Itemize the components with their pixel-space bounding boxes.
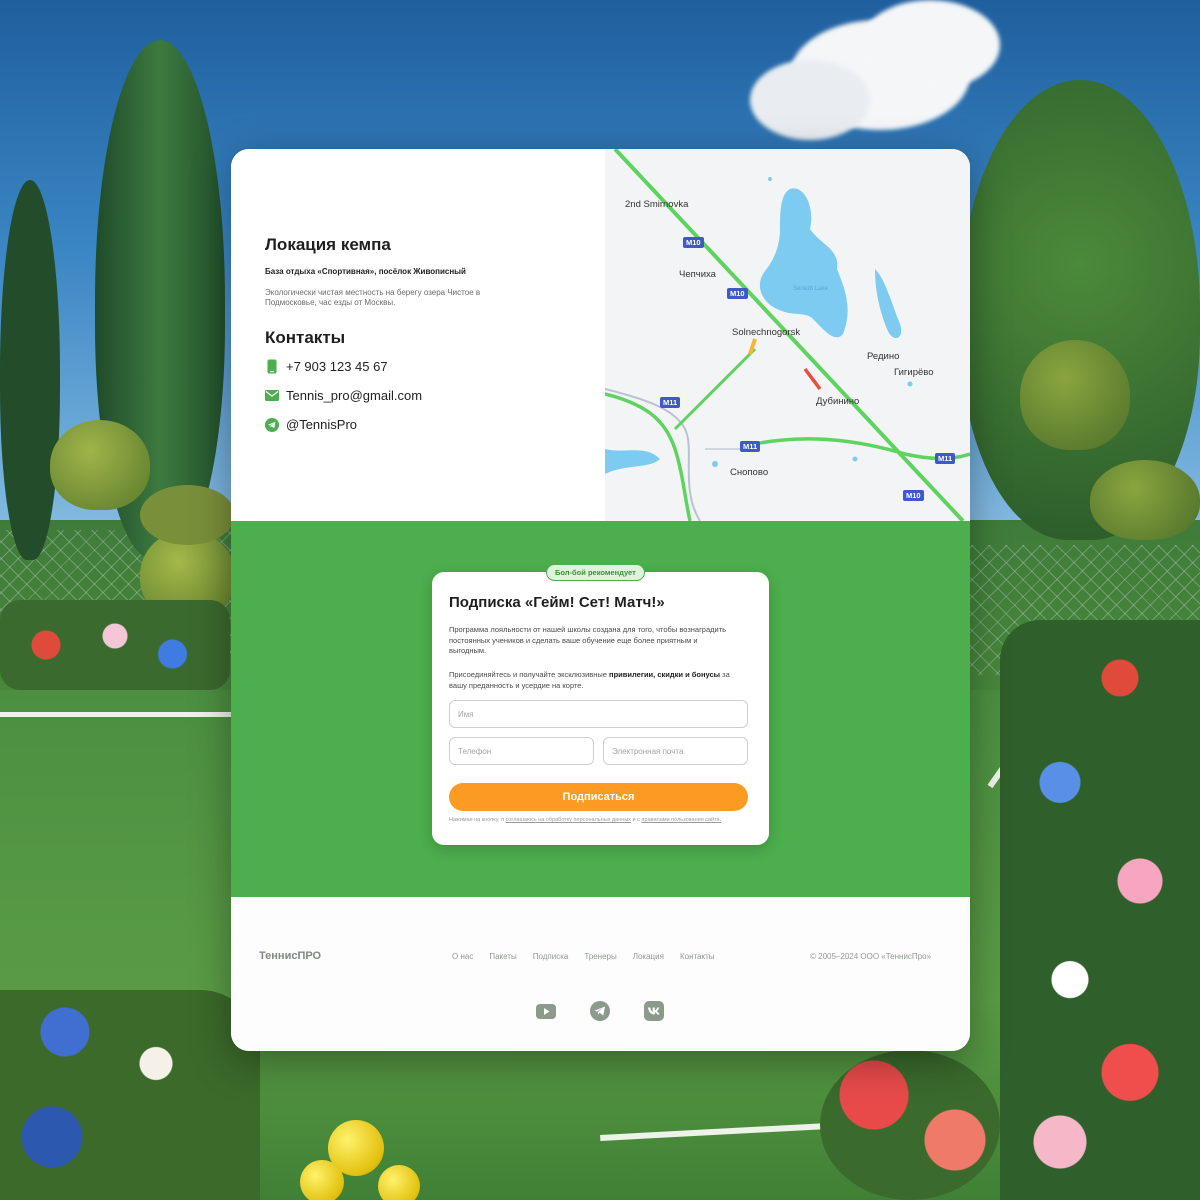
topiary-tree <box>50 420 150 510</box>
landing-card: Локация кемпа База отдыха «Спортивная», … <box>231 149 970 1051</box>
legal-notice: Нажимая на кнопку, я соглашаюсь на обраб… <box>449 817 739 824</box>
copyright: © 2005–2024 ООО «ТеннисПро» <box>810 952 932 961</box>
name-input[interactable] <box>449 700 748 728</box>
topiary-tree <box>1020 340 1130 450</box>
map-label-redino: Редино <box>867 351 900 362</box>
benefits-text-start: Присоединяйтесь и получайте эксклюзивные <box>449 670 610 679</box>
footer-nav-location[interactable]: Локация <box>633 952 664 961</box>
contact-telegram-link[interactable]: @TennisPro <box>265 417 357 432</box>
contact-email-link[interactable]: Tennis_pro@gmail.com <box>265 388 422 403</box>
contacts-title: Контакты <box>265 328 346 347</box>
personal-data-link[interactable]: соглашаюсь на обработку персональных дан… <box>505 817 631 823</box>
recommend-badge: Бол-бой рекомендует <box>546 564 645 581</box>
tennis-ball <box>300 1160 344 1200</box>
legal-text-mid: и с <box>631 817 642 823</box>
map-label-snopovo: Сноповo <box>730 467 769 478</box>
footer-nav-about[interactable]: О нас <box>452 952 473 961</box>
telegram-icon[interactable] <box>590 1001 610 1021</box>
email-input[interactable] <box>603 737 748 765</box>
tennis-ball <box>378 1165 420 1200</box>
location-description: Экологически чистая местность на берегу … <box>265 288 481 307</box>
youtube-icon[interactable] <box>536 1001 556 1021</box>
contact-phone: +7 903 123 45 67 <box>286 359 388 374</box>
location-map[interactable]: 2nd Smirnovka Чепчиха Solnechnogorsk Ред… <box>605 149 970 521</box>
location-subtitle: База отдыха «Спортивная», посёлок Живопи… <box>265 267 466 276</box>
map-label-solnechnogorsk: Solnechnogorsk <box>732 327 801 338</box>
road-badge-m10: M10 <box>683 237 704 248</box>
subscription-section: Бол-бой рекомендует Подписка «Гейм! Сет!… <box>231 521 970 897</box>
subscribe-button[interactable]: Подписаться <box>449 783 748 811</box>
social-links <box>536 1001 664 1021</box>
footer: ТеннисПРО О нас Пакеты Подписка Тренеры … <box>231 897 970 1051</box>
phone-input[interactable] <box>449 737 594 765</box>
road-badge-m11: M11 <box>740 441 761 452</box>
footer-nav-contacts[interactable]: Контакты <box>680 952 715 961</box>
map-label-gigiryovo: Гигирёво <box>894 367 934 378</box>
mail-icon <box>265 389 279 403</box>
footer-nav: О нас Пакеты Подписка Тренеры Локация Ко… <box>452 952 715 961</box>
flower-bed <box>0 600 230 690</box>
legal-text-start: Нажимая на кнопку, я <box>449 817 506 823</box>
phone-icon <box>265 359 279 374</box>
benefits-text-bold: привилегии, скидки и бонусы <box>609 670 721 679</box>
subscription-form: Бол-бой рекомендует Подписка «Гейм! Сет!… <box>432 564 769 845</box>
subscription-title: Подписка «Гейм! Сет! Матч!» <box>449 594 665 611</box>
topiary-tree <box>1090 460 1200 540</box>
site-rules-link[interactable]: правилами пользования сайта. <box>641 817 721 823</box>
contact-phone-link[interactable]: +7 903 123 45 67 <box>265 359 388 374</box>
road-badge-m10: M10 <box>903 490 924 501</box>
road-badge-m11: M11 <box>935 453 956 464</box>
flower-bed <box>0 990 260 1200</box>
map-label-smirnovka: 2nd Smirnovka <box>625 199 689 210</box>
subscription-benefits: Присоединяйтесь и получайте эксклюзивные… <box>449 670 734 691</box>
telegram-icon <box>265 417 279 432</box>
road-badge-m10: M10 <box>727 288 748 299</box>
footer-nav-packages[interactable]: Пакеты <box>489 952 516 961</box>
location-contacts-section: Локация кемпа База отдыха «Спортивная», … <box>231 149 605 521</box>
map-label-lake: Senezh Lake <box>793 286 829 292</box>
tree <box>0 180 60 560</box>
road-badge-m11: M11 <box>660 397 681 408</box>
hedge <box>140 485 235 545</box>
footer-nav-coaches[interactable]: Тренеры <box>584 952 616 961</box>
flower-bed <box>1000 620 1200 1200</box>
contact-email: Tennis_pro@gmail.com <box>286 388 423 403</box>
court-line <box>0 712 240 717</box>
map-label-chepchikha: Чепчиха <box>679 269 716 280</box>
flower-bed <box>820 1050 1000 1200</box>
footer-nav-subscription[interactable]: Подписка <box>533 952 569 961</box>
contact-telegram: @TennisPro <box>286 417 358 432</box>
vk-icon[interactable] <box>644 1001 664 1021</box>
cloud <box>860 0 1000 90</box>
footer-logo[interactable]: ТеннисПРО <box>259 950 321 962</box>
cloud <box>750 60 870 140</box>
location-title: Локация кемпа <box>265 235 391 254</box>
map-label-dubinino: Дубинино <box>816 396 860 407</box>
subscription-description: Программа лояльности от нашей школы созд… <box>449 625 727 655</box>
